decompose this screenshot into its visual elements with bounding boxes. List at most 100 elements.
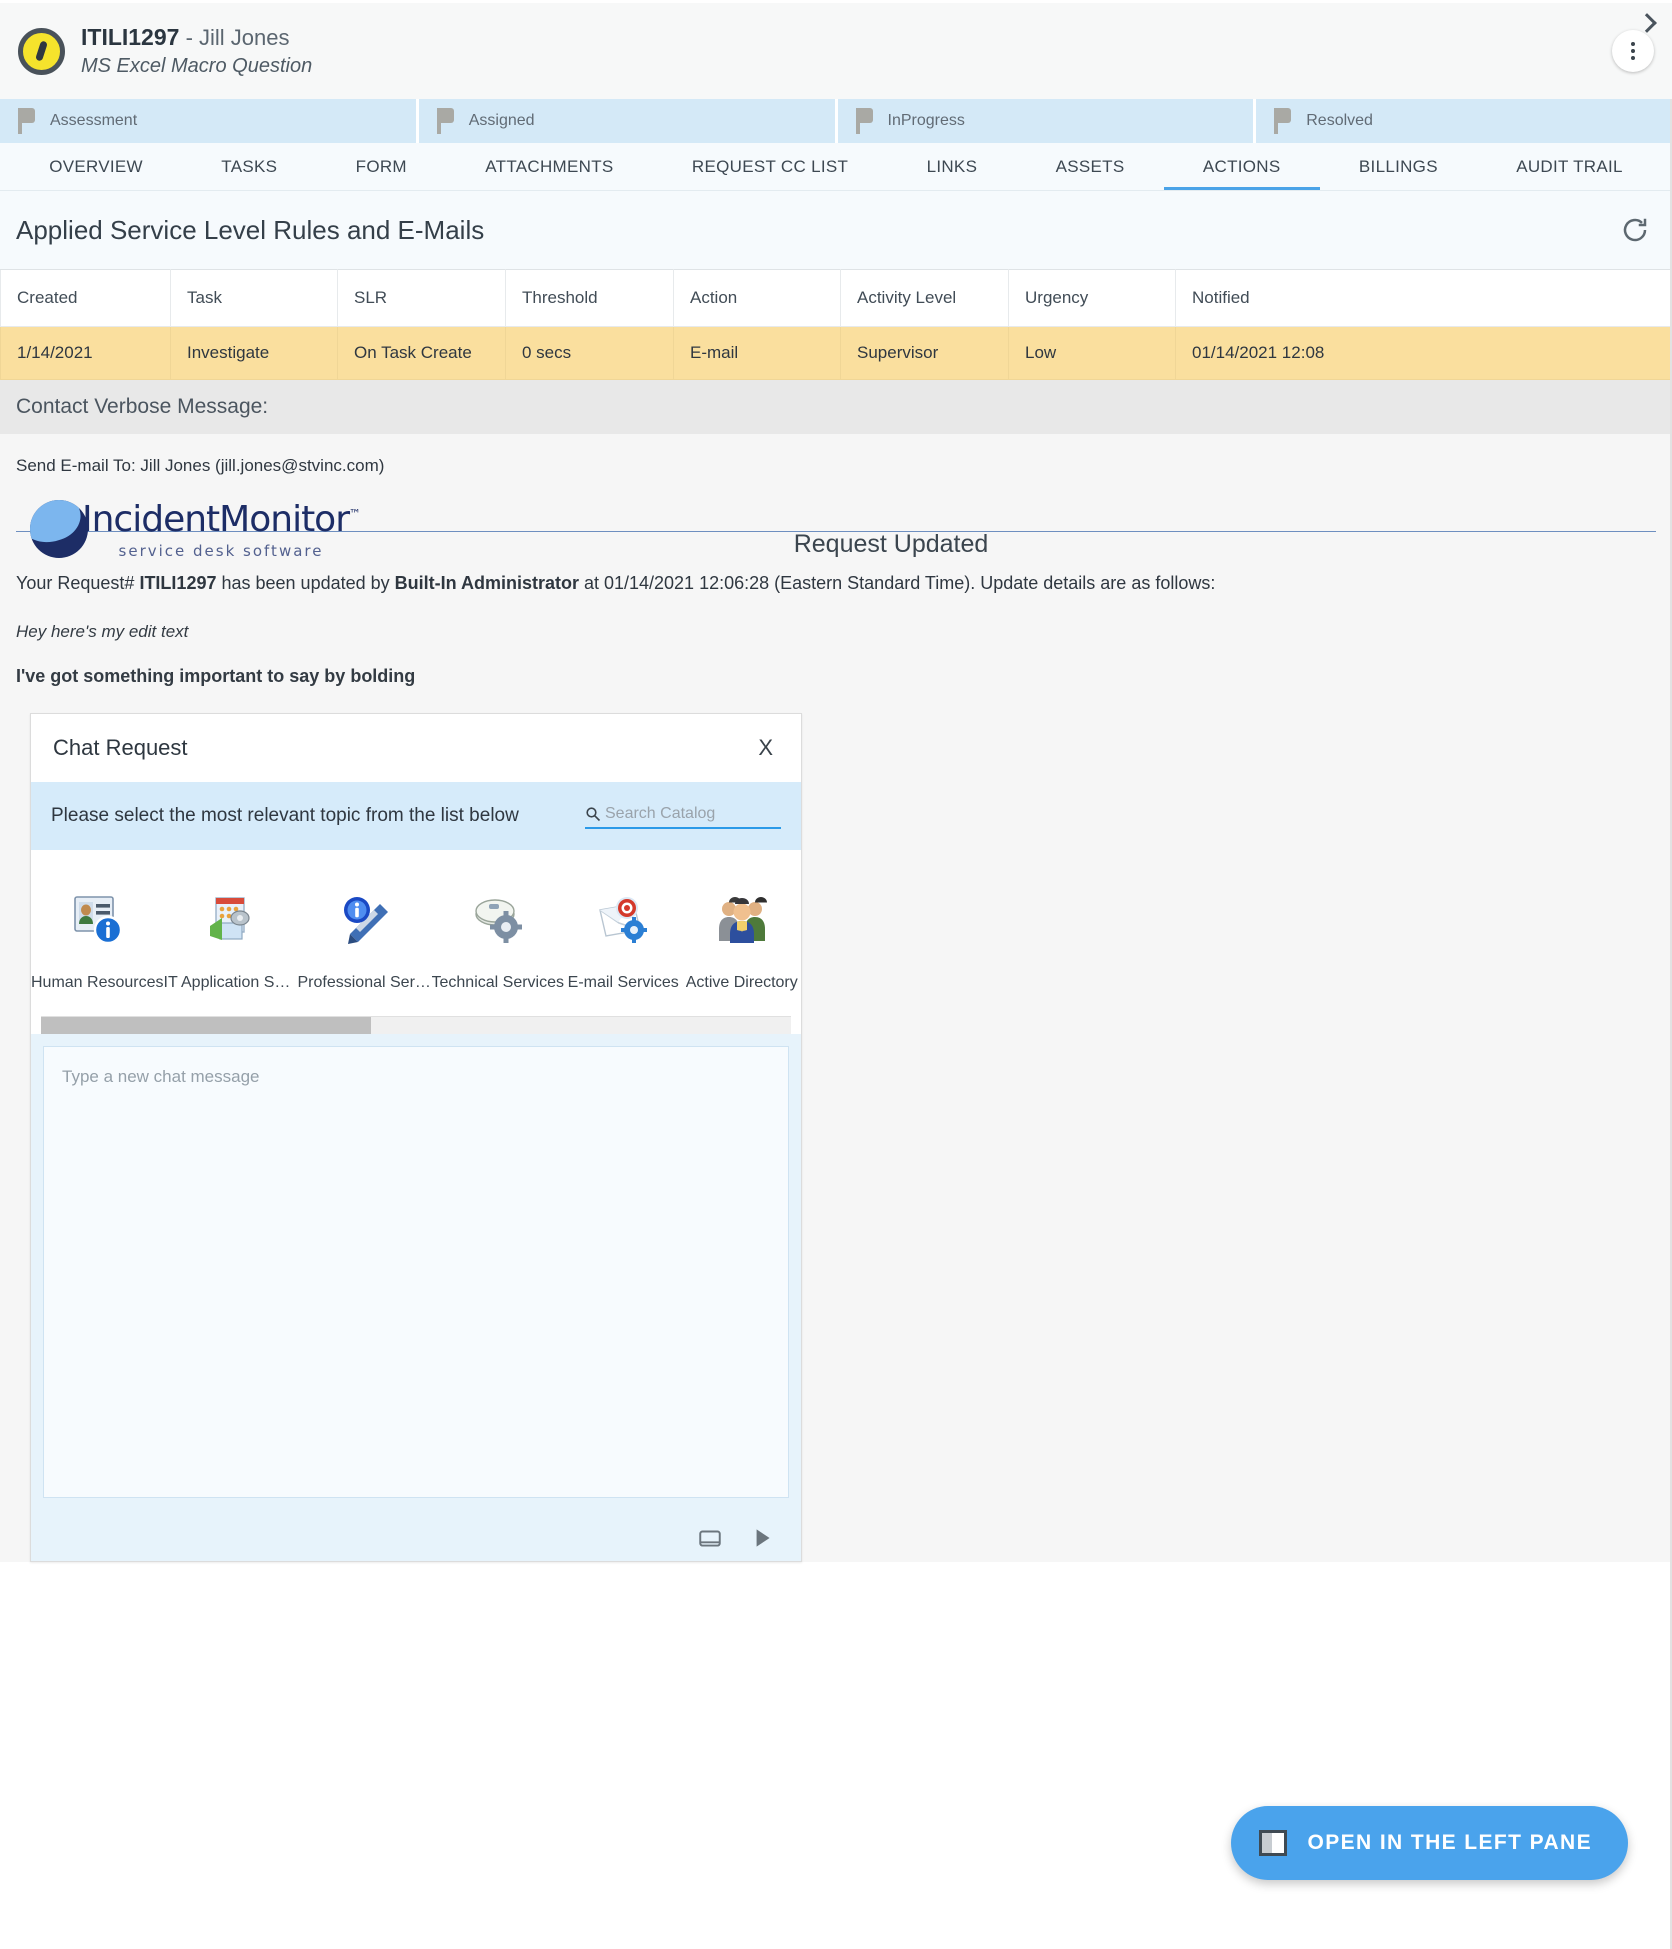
tab-request-cc-list[interactable]: REQUEST CC LIST: [653, 143, 888, 190]
column-threshold[interactable]: Threshold: [505, 269, 674, 327]
catalog-horizontal-scrollbar[interactable]: [41, 1016, 791, 1034]
send-email-to: Send E-mail To: Jill Jones (jill.jones@s…: [16, 456, 385, 475]
chat-action-bar: [31, 1515, 801, 1561]
column-urgency[interactable]: Urgency: [1008, 269, 1176, 327]
update-line-suffix: at 01/14/2021 12:06:28 (Eastern Standard…: [578, 573, 1216, 593]
cell-threshold: 0 secs: [505, 326, 674, 380]
tab-overview[interactable]: OVERVIEW: [10, 143, 182, 190]
column-activity-level[interactable]: Activity Level: [840, 269, 1009, 327]
tab-assets[interactable]: ASSETS: [1016, 143, 1163, 190]
page-title: Applied Service Level Rules and E-Mails: [16, 214, 485, 245]
app-logo-icon: [18, 27, 65, 75]
tab-form[interactable]: FORM: [316, 143, 446, 190]
scrollbar-thumb[interactable]: [41, 1017, 371, 1034]
column-slr[interactable]: SLR: [337, 269, 506, 327]
trademark-symbol: ™: [349, 507, 361, 521]
email-update-line: Your Request# ITILI1297 has been updated…: [16, 573, 1656, 594]
attachment-icon[interactable]: [697, 1525, 723, 1551]
open-in-left-pane-label: OPEN IN THE LEFT PANE: [1307, 1831, 1592, 1854]
column-created[interactable]: Created: [0, 269, 171, 327]
ticket-subject: MS Excel Macro Question: [81, 55, 313, 78]
cell-notified: 01/14/2021 12:08: [1175, 326, 1672, 380]
verbose-message-heading: Contact Verbose Message:: [0, 380, 1672, 434]
catalog-item-it-application-services[interactable]: IT Application Servi...: [164, 890, 298, 992]
email-bold-note: I've got something important to say by b…: [16, 666, 416, 686]
globe-icon: [30, 500, 88, 558]
tab-actions[interactable]: ACTIONS: [1163, 143, 1320, 190]
close-icon[interactable]: X: [752, 731, 779, 765]
left-pane-icon: [1259, 1830, 1288, 1856]
update-line-prefix: Your Request#: [16, 573, 140, 593]
chat-topic-prompt: Please select the most relevant topic fr…: [51, 805, 519, 826]
refresh-icon[interactable]: [1620, 215, 1650, 245]
brand-wordmark: IncidentMonitor™ service desk software: [82, 499, 361, 561]
catalog-item-human-resources[interactable]: Human Resources: [31, 890, 164, 992]
search-input[interactable]: [603, 803, 773, 824]
professional-services-icon: [336, 890, 394, 948]
cell-created: 1/14/2021: [0, 326, 171, 380]
tab-audit-trail[interactable]: AUDIT TRAIL: [1477, 143, 1662, 190]
tab-bar: OVERVIEW TASKS FORM ATTACHMENTS REQUEST …: [0, 143, 1672, 191]
send-icon[interactable]: [749, 1525, 775, 1551]
status-flag-label: Resolved: [1306, 112, 1373, 129]
catalog-item-active-directory[interactable]: Active Directory: [683, 890, 802, 992]
catalog-item-email-services[interactable]: E-mail Services: [564, 890, 683, 992]
active-directory-icon: [713, 890, 771, 948]
catalog-item-label: Active Directory: [685, 974, 798, 991]
human-resources-icon: [68, 890, 126, 948]
catalog-item-label: E-mail Services: [567, 974, 679, 991]
flag-icon: [855, 108, 874, 134]
status-flag-resolved[interactable]: Resolved: [1256, 99, 1672, 143]
status-flag-inprogress[interactable]: InProgress: [837, 99, 1254, 143]
catalog-item-label: Professional Servic...: [297, 974, 432, 991]
catalog-item-technical-services[interactable]: Technical Services: [431, 890, 565, 992]
page-header: ITILI1297 - Jill Jones MS Excel Macro Qu…: [0, 3, 1672, 99]
status-flag-assessment[interactable]: Assessment: [0, 99, 416, 143]
service-catalog-list: Human Resources IT Application Serv Prof…: [31, 850, 801, 1010]
email-italic-note: Hey here's my edit text: [16, 622, 189, 641]
column-task[interactable]: Task: [170, 269, 338, 327]
status-flag-label: InProgress: [887, 112, 965, 129]
cell-activity-level: Supervisor: [840, 326, 1009, 380]
chat-input-zone: [31, 1034, 801, 1515]
technical-services-icon: [469, 890, 527, 948]
column-notified[interactable]: Notified: [1175, 269, 1672, 327]
chat-topic-bar: Please select the most relevant topic fr…: [31, 782, 801, 850]
incident-monitor-logo-icon: IncidentMonitor™ service desk software: [30, 499, 361, 561]
brand-tagline: service desk software: [118, 542, 324, 560]
chat-message-input[interactable]: [43, 1046, 789, 1498]
it-application-services-icon: [202, 890, 260, 948]
catalog-item-professional-services[interactable]: Professional Servic...: [298, 890, 432, 992]
table-header-row: Created Task SLR Threshold Action Activi…: [0, 269, 1672, 327]
kebab-menu-icon[interactable]: [1612, 30, 1654, 72]
cell-task: Investigate: [170, 326, 338, 380]
slr-table: Created Task SLR Threshold Action Activi…: [0, 269, 1672, 380]
cell-slr: On Task Create: [337, 326, 506, 380]
chat-request-widget: Chat Request X Please select the most re…: [30, 713, 802, 1562]
email-preview: Send E-mail To: Jill Jones (jill.jones@s…: [0, 434, 1672, 1562]
open-in-left-pane-button[interactable]: OPEN IN THE LEFT PANE: [1231, 1806, 1628, 1880]
chat-widget-header: Chat Request X: [31, 714, 801, 782]
chevron-right-icon[interactable]: [1638, 13, 1658, 33]
flag-icon: [436, 108, 455, 134]
tab-links[interactable]: LINKS: [887, 143, 1016, 190]
table-row[interactable]: 1/14/2021 Investigate On Task Create 0 s…: [0, 326, 1672, 380]
brand-name: IncidentMonitor™: [82, 499, 361, 540]
ticket-heading: ITILI1297 - Jill Jones: [81, 23, 312, 52]
status-flag-assigned[interactable]: Assigned: [418, 99, 835, 143]
tab-attachments[interactable]: ATTACHMENTS: [446, 143, 653, 190]
email-services-icon: [594, 890, 652, 948]
search-catalog-field[interactable]: [585, 803, 781, 829]
tab-tasks[interactable]: TASKS: [182, 143, 316, 190]
tab-billings[interactable]: BILLINGS: [1320, 143, 1477, 190]
catalog-item-label: Technical Services: [431, 974, 565, 991]
column-action[interactable]: Action: [673, 269, 841, 327]
status-flag-label: Assigned: [468, 112, 535, 129]
flag-icon: [18, 108, 36, 134]
update-request-id: ITILI1297: [139, 573, 217, 593]
catalog-item-label: Human Resources: [31, 974, 164, 991]
chat-widget-title: Chat Request: [53, 735, 188, 760]
search-icon: [585, 806, 601, 822]
flag-icon: [1274, 108, 1292, 134]
ticket-requester: - Jill Jones: [185, 24, 290, 50]
